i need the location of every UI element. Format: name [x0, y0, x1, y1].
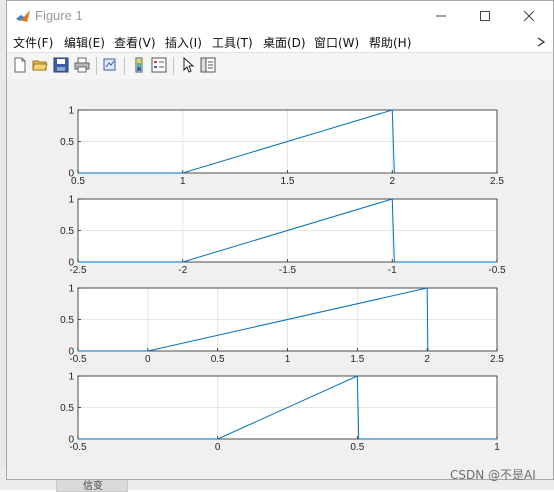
y-tick-label: 0.5 [60, 315, 74, 326]
x-tick-label: -0.5 [488, 265, 506, 276]
subplot-1: 0.5 1 1.5 2 2.500.51 [60, 106, 504, 188]
x-tick-label: 2 [389, 176, 395, 187]
figure-window: Figure 1 文件(F) 编辑(E) 查看(V) 插入(I) 工具(T) 桌… [6, 0, 554, 480]
subplot-4: -0.5 0 0.5 100.51 [60, 372, 500, 454]
y-tick-label: 0 [68, 347, 74, 358]
y-tick-label: 1 [68, 195, 74, 206]
y-tick-label: 0.5 [60, 137, 74, 148]
x-tick-label: 2.5 [490, 354, 504, 365]
figure-canvas[interactable]: 0.5 1 1.5 2 2.5 0 0.5 1 -2.5 -2 -1.5 -1 -0.5 0 0.5 1 -0.… [7, 79, 553, 479]
y-tick-label: 0 [68, 435, 74, 446]
x-tick-label: -1 [388, 265, 397, 276]
subplots-area: 0.5 1 1.5 2 2.500.51-2.5 -2 -1.5 -1 -0.500.51-0.… [60, 106, 506, 454]
x-tick-label: -2 [178, 265, 187, 276]
x-tick-label: -1.5 [279, 265, 297, 276]
x-tick-label: 0 [215, 442, 221, 453]
watermark: CSDN @不是AI [450, 468, 536, 482]
x-tick-label: 1 [285, 354, 291, 365]
x-tick-label: 1 [494, 442, 500, 453]
x-tick-label: 0.5 [211, 354, 225, 365]
y-tick-label: 0.5 [60, 403, 74, 414]
subplot-2: -2.5 -2 -1.5 -1 -0.500.51 [60, 195, 506, 277]
y-tick-label: 1 [68, 372, 74, 383]
x-tick-label: 0 [145, 354, 151, 365]
subplot-3: -0.5 0 0.5 1 1.5 2 2.500.51 [60, 284, 504, 366]
y-tick-label: 1 [68, 284, 74, 295]
x-tick-label: 0.5 [350, 442, 364, 453]
x-tick-label: 2 [424, 354, 430, 365]
y-tick-label: 0 [68, 169, 74, 180]
y-tick-label: 1 [68, 106, 74, 117]
x-tick-label: 1.5 [281, 176, 295, 187]
x-tick-label: 1.5 [350, 354, 364, 365]
x-tick-label: 2.5 [490, 176, 504, 187]
y-tick-label: 0 [68, 258, 74, 269]
x-tick-label: 1 [180, 176, 186, 187]
y-tick-label: 0.5 [60, 226, 74, 237]
